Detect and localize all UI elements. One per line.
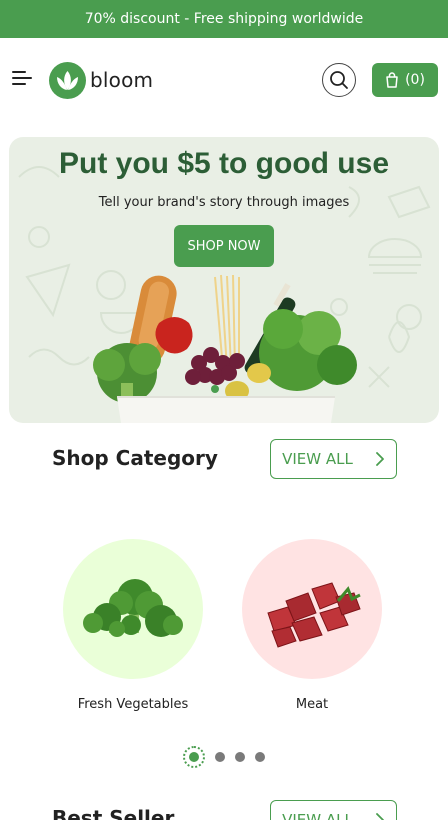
category-image-meat — [242, 539, 382, 679]
category-view-all-button[interactable]: VIEW ALL — [270, 439, 397, 479]
cart-button[interactable]: (0) — [372, 63, 438, 97]
logo-text: bloom — [90, 68, 154, 92]
search-button[interactable] — [322, 63, 356, 97]
pagination-dot[interactable] — [255, 752, 265, 762]
category-fresh-vegetables[interactable]: Fresh Vegetables — [63, 539, 203, 712]
grocery-bag-image — [93, 274, 357, 423]
promo-bar: 70% discount - Free shipping worldwide — [0, 0, 448, 38]
meat-icon — [267, 582, 361, 648]
shop-category-title: Shop Category — [52, 446, 218, 470]
hero-title: Put you $5 to good use — [58, 147, 389, 180]
cart-count: (0) — [405, 72, 425, 88]
promo-text: 70% discount - Free shipping worldwide — [84, 11, 364, 27]
hero-slide-indicator[interactable] — [211, 385, 219, 393]
category-image-vegetables — [63, 539, 203, 679]
cart-bag-icon — [386, 72, 398, 88]
hero-subtitle: Tell your brand's story through images — [98, 195, 350, 210]
best-seller-title: Best Seller — [52, 806, 175, 820]
search-icon — [330, 71, 348, 89]
logo[interactable]: bloom — [49, 61, 153, 99]
chevron-right-icon — [375, 452, 384, 466]
category-meat[interactable]: Meat — [242, 539, 382, 712]
menu-icon[interactable] — [12, 71, 32, 87]
pagination-dot-active[interactable] — [183, 746, 205, 768]
broccoli-icon — [83, 579, 183, 637]
logo-lotus-icon — [49, 61, 86, 99]
category-label: Meat — [295, 697, 329, 712]
shop-now-button[interactable]: SHOP NOW — [174, 225, 274, 267]
view-all-label: VIEW ALL — [282, 811, 353, 820]
category-label: Fresh Vegetables — [77, 697, 189, 712]
category-pagination — [183, 746, 265, 768]
pagination-dot[interactable] — [235, 752, 245, 762]
view-all-label: VIEW ALL — [282, 450, 353, 468]
best-seller-view-all-button[interactable]: VIEW ALL — [270, 800, 397, 820]
hero-banner: Put you $5 to good use Tell your brand's… — [9, 137, 439, 423]
pagination-dot[interactable] — [215, 752, 225, 762]
site-header: bloom (0) — [0, 38, 448, 124]
chevron-right-icon — [375, 813, 384, 820]
